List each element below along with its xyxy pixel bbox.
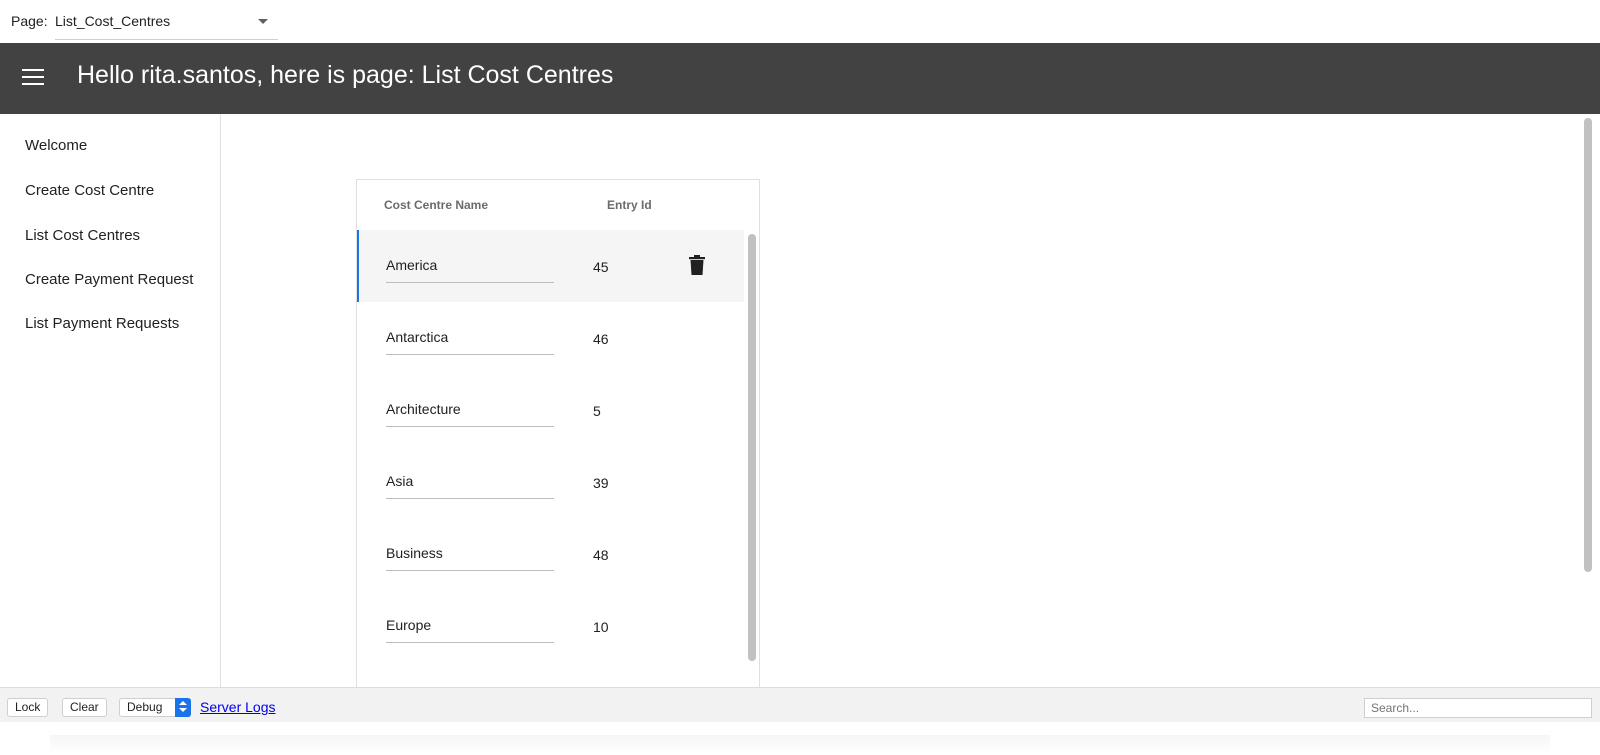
- grid-body: America 45 Antarctica 46 Architecture 5 …: [357, 230, 744, 687]
- table-row[interactable]: Antarctica 46: [357, 302, 744, 375]
- table-row[interactable]: Architecture 5: [357, 374, 744, 447]
- entry-id-cell: 39: [593, 475, 609, 491]
- chevron-down-icon: [258, 19, 268, 24]
- table-row[interactable]: Business 48: [357, 518, 744, 591]
- entry-id-cell: 5: [593, 403, 601, 419]
- page-selector-label: Page:: [11, 13, 48, 29]
- select-arrows-icon: [175, 698, 191, 717]
- main-content: Cost Centre Name Entry Id America 45 Ant…: [229, 114, 1592, 687]
- table-row[interactable]: Europe 10: [357, 590, 744, 663]
- entry-id-cell: 46: [593, 331, 609, 347]
- server-logs-link[interactable]: Server Logs: [200, 699, 275, 715]
- cost-centre-name-field[interactable]: Asia: [386, 464, 554, 499]
- lock-button[interactable]: Lock: [7, 698, 49, 717]
- entry-id-cell: 45: [593, 259, 609, 275]
- page-select-dropdown[interactable]: List_Cost_Centres: [55, 6, 278, 40]
- hamburger-menu-icon[interactable]: [22, 69, 44, 85]
- sidebar-item-list-payment-requests[interactable]: List Payment Requests: [25, 315, 179, 332]
- cost-centre-name-field[interactable]: America: [386, 248, 554, 283]
- table-row[interactable]: [357, 662, 744, 687]
- grid-scrollbar[interactable]: [748, 234, 756, 661]
- debug-toolbar: Lock Clear Debug Server Logs: [0, 687, 1600, 722]
- table-row[interactable]: Asia 39: [357, 446, 744, 519]
- table-row[interactable]: America 45: [357, 230, 744, 303]
- cost-centre-name-field[interactable]: Europe: [386, 608, 554, 643]
- cost-centre-grid: Cost Centre Name Entry Id America 45 Ant…: [356, 179, 760, 687]
- cost-centre-name-field[interactable]: Business: [386, 536, 554, 571]
- page-title: Hello rita.santos, here is page: List Co…: [77, 61, 614, 89]
- clear-button[interactable]: Clear: [62, 698, 107, 717]
- app-header: Hello rita.santos, here is page: List Co…: [0, 43, 1600, 114]
- column-header-entry-id[interactable]: Entry Id: [607, 198, 652, 212]
- main-scrollbar[interactable]: [1584, 118, 1592, 572]
- sidebar-item-create-payment-request[interactable]: Create Payment Request: [25, 271, 193, 288]
- sidebar-item-welcome[interactable]: Welcome: [25, 137, 87, 154]
- column-header-name[interactable]: Cost Centre Name: [384, 198, 488, 212]
- cost-centre-name-field[interactable]: Architecture: [386, 392, 554, 427]
- entry-id-cell: 48: [593, 547, 609, 563]
- log-level-value: Debug: [127, 700, 163, 714]
- sidebar: Welcome Create Cost Centre List Cost Cen…: [0, 114, 221, 687]
- log-level-select[interactable]: Debug: [119, 698, 191, 717]
- cost-centre-name-field[interactable]: Antarctica: [386, 320, 554, 355]
- sidebar-item-list-cost-centres[interactable]: List Cost Centres: [25, 227, 140, 244]
- sidebar-item-create-cost-centre[interactable]: Create Cost Centre: [25, 182, 154, 199]
- grid-header: Cost Centre Name Entry Id: [357, 180, 759, 230]
- page-select-value: List_Cost_Centres: [55, 13, 171, 29]
- log-search-input[interactable]: [1364, 698, 1592, 718]
- page-selector-bar: Page: List_Cost_Centres: [0, 0, 1600, 43]
- entry-id-cell: 10: [593, 619, 609, 635]
- trash-icon[interactable]: [689, 255, 705, 275]
- bottom-shadow: [50, 735, 1550, 755]
